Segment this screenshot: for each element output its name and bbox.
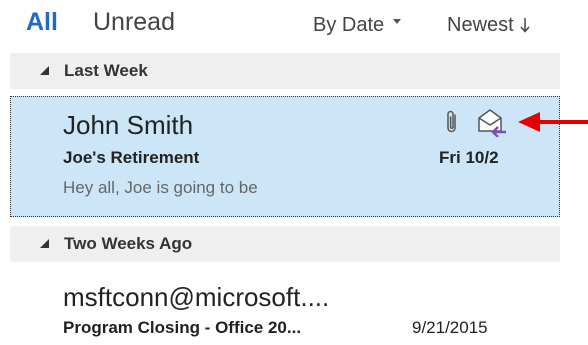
paperclip-icon [447, 110, 456, 133]
message-date: Fri 10/2 [439, 148, 499, 167]
group-header-label: Two Weeks Ago [64, 234, 193, 253]
chevron-down-icon [393, 19, 402, 24]
message-item[interactable]: msftconn@microsoft.... Program Closing -… [10, 270, 560, 345]
group-header-label: Last Week [64, 61, 148, 80]
filter-bar: All Unread By Date Newest [0, 0, 560, 44]
message-subject: Program Closing - Office 20... [63, 318, 302, 337]
message-subject: Joe's Retirement [63, 148, 200, 167]
group-header-last-week[interactable]: Last Week [10, 53, 560, 89]
envelope-forward-icon[interactable] [476, 107, 510, 137]
arrow-down-icon [520, 18, 530, 33]
collapse-triangle-icon [40, 66, 49, 75]
group-header-two-weeks-ago[interactable]: Two Weeks Ago [10, 226, 560, 262]
message-date: 9/21/2015 [412, 318, 488, 337]
message-sender: msftconn@microsoft.... [63, 282, 330, 312]
red-pointer-arrow-icon [518, 112, 588, 132]
sort-order-button[interactable]: Newest [447, 14, 530, 37]
tab-all[interactable]: All [26, 8, 58, 37]
tab-unread[interactable]: Unread [93, 8, 175, 37]
sort-by-dropdown[interactable]: By Date [313, 14, 402, 37]
message-item-selected[interactable]: John Smith Joe's Retirement Hey all, Joe… [10, 96, 560, 217]
collapse-triangle-icon [40, 239, 49, 248]
sort-order-label: Newest [447, 14, 514, 36]
sort-by-label: By Date [313, 14, 385, 36]
message-sender: John Smith [63, 110, 194, 140]
message-preview: Hey all, Joe is going to be [63, 178, 258, 197]
